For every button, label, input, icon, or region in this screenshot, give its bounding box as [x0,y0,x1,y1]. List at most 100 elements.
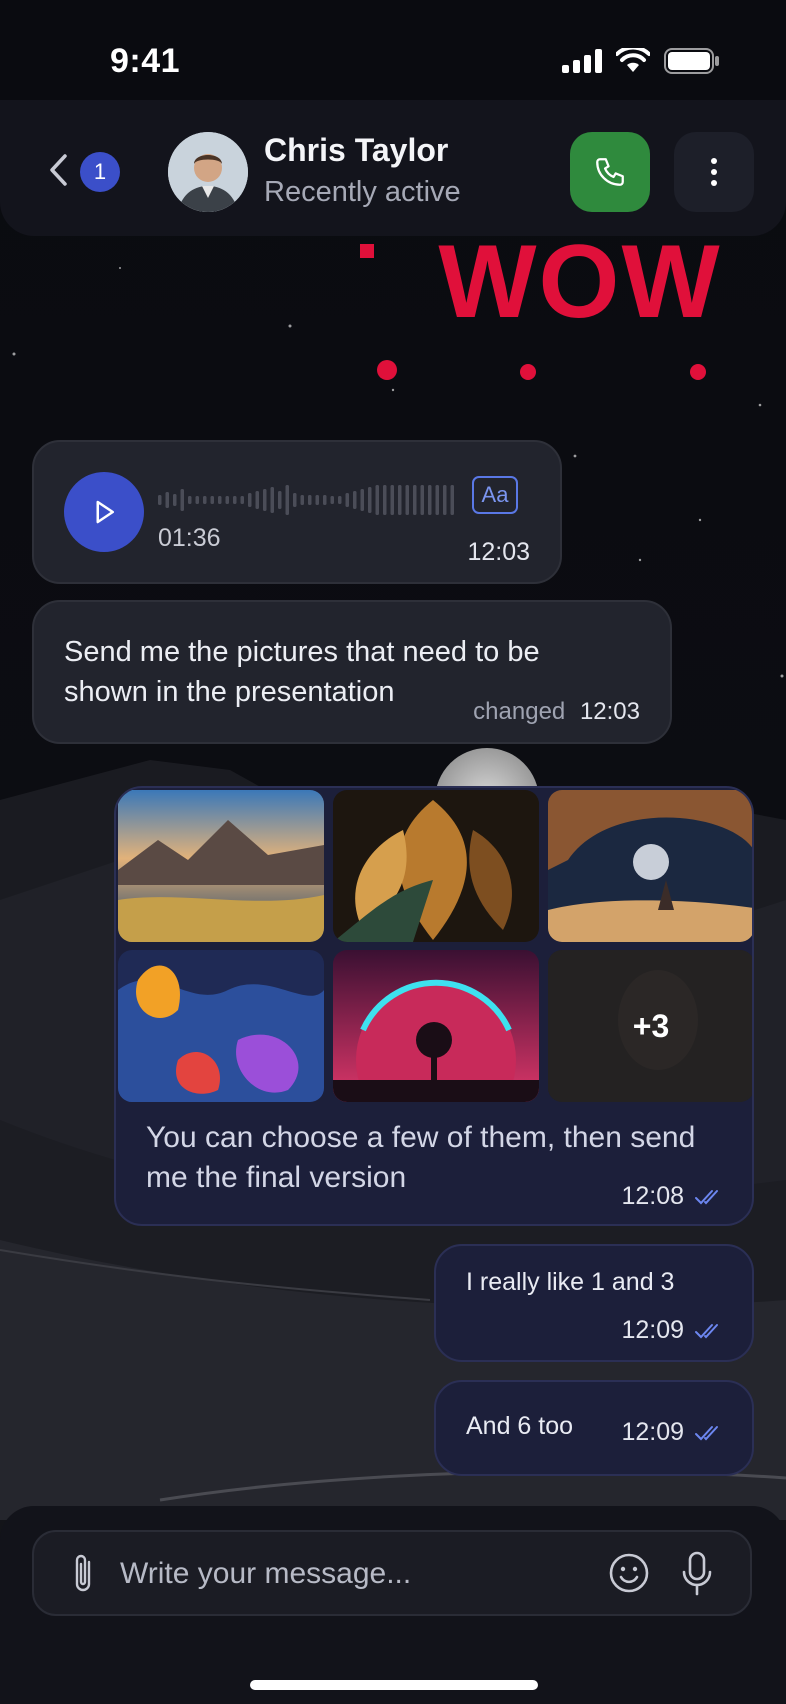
waveform-bar [218,496,222,504]
waveform-bar [225,496,229,504]
waveform-bar [263,489,267,511]
photo-image [548,790,752,942]
paperclip-icon[interactable] [64,1552,104,1596]
photo-cave-planet[interactable] [548,790,752,942]
chevron-left-icon [50,154,67,186]
waveform-bar [308,495,312,505]
battery-icon [664,48,719,74]
outgoing-gallery-message: +3 You can choose a few of them, then se… [114,786,754,1226]
message-meta: 12:08 [621,1182,722,1211]
more-photos-tile[interactable]: +3 [548,950,752,1102]
outgoing-text-message: I really like 1 and 3 12:09 [434,1244,754,1362]
contact-name[interactable]: Chris Taylor [264,132,448,169]
waveform-bar [293,493,297,507]
message-meta: changed 12:03 [473,698,640,726]
photo-neon-planet[interactable] [333,950,539,1102]
waveform-bar [195,496,199,504]
waveform-bar [330,496,334,504]
sticker-text: WOW [438,232,721,340]
photo-mountain-lake[interactable] [118,790,324,942]
waveform-bar [188,496,192,504]
message-time: 12:09 [621,1418,684,1446]
message-text: I really like 1 and 3 [466,1268,675,1296]
microphone-icon[interactable] [680,1550,714,1598]
photo-abstract-colors[interactable] [118,950,324,1102]
status-icons [562,48,720,74]
double-check-icon [695,1323,718,1338]
photo-golden-leaves[interactable] [333,790,539,942]
back-button[interactable] [40,152,76,188]
play-button[interactable] [64,472,144,552]
waveform-bar [398,485,402,515]
composer-area [0,1506,786,1704]
double-check-icon [695,1189,718,1204]
waveform-bar [353,491,357,509]
wow-sticker: WOW [360,232,721,380]
contact-avatar[interactable] [168,132,248,212]
message-text: And 6 too [466,1412,574,1440]
message-time: 12:08 [621,1182,684,1210]
waveform-bar [203,496,207,504]
waveform-bar [278,491,282,509]
waveform-bar [450,485,454,515]
phone-icon [596,158,624,186]
waveform-bar [165,492,169,508]
waveform-bar [248,493,252,507]
waveform-bar [173,494,177,506]
photo-image [333,950,539,1102]
waveform-bar [233,496,237,504]
waveform-bar [383,485,387,515]
voice-message: 01:36 Aa 12:03 [32,440,562,584]
waveform-bar [420,485,424,515]
waveform-bar [345,493,349,507]
waveform-bar [270,487,274,513]
waveform-bar [323,495,327,505]
waveform-bar [375,485,379,515]
unread-count-badge: 1 [80,152,120,192]
waveform-bar [180,489,184,511]
outgoing-text-message: And 6 too 12:09 [434,1380,754,1476]
chat-header: 1 Chris Taylor Recently active [0,100,786,236]
photo-image [333,790,539,942]
photo-image [118,950,324,1102]
more-vertical-icon [711,158,717,186]
emoji-icon[interactable] [608,1552,650,1594]
voice-waveform[interactable] [158,480,458,520]
waveform-bar [315,495,319,505]
message-time: 12:03 [467,538,530,566]
incoming-text-message: Send me the pictures that need to be sho… [32,600,672,744]
waveform-bar [413,485,417,515]
status-bar: 9:41 [0,0,786,110]
waveform-bar [210,496,214,504]
waveform-bar [390,485,394,515]
message-time: 12:09 [621,1316,684,1344]
waveform-bar [338,496,342,504]
call-button[interactable] [570,132,650,212]
message-meta: 12:09 [621,1316,722,1345]
double-check-icon [695,1425,718,1440]
waveform-bar [368,487,372,513]
waveform-bar [300,495,304,505]
message-composer [32,1530,752,1616]
waveform-bar [158,495,162,505]
waveform-bar [435,485,439,515]
photo-image [118,790,324,942]
waveform-bar [405,485,409,515]
voice-duration: 01:36 [158,524,221,552]
edited-label: changed [473,698,566,725]
home-indicator [250,1680,538,1690]
status-time: 9:41 [110,42,181,80]
waveform-bar [285,485,289,515]
message-meta: 12:09 [621,1418,722,1447]
wifi-icon [616,48,650,72]
waveform-bar [255,491,259,509]
waveform-bar [443,485,447,515]
more-photos-count: +3 [632,1007,670,1044]
contact-status: Recently active [264,176,461,208]
message-input[interactable] [118,1546,542,1602]
avatar-image [168,132,248,212]
transcribe-button[interactable]: Aa [472,476,518,514]
message-time: 12:03 [579,698,640,725]
play-icon [96,500,114,524]
more-options-button[interactable] [674,132,754,212]
